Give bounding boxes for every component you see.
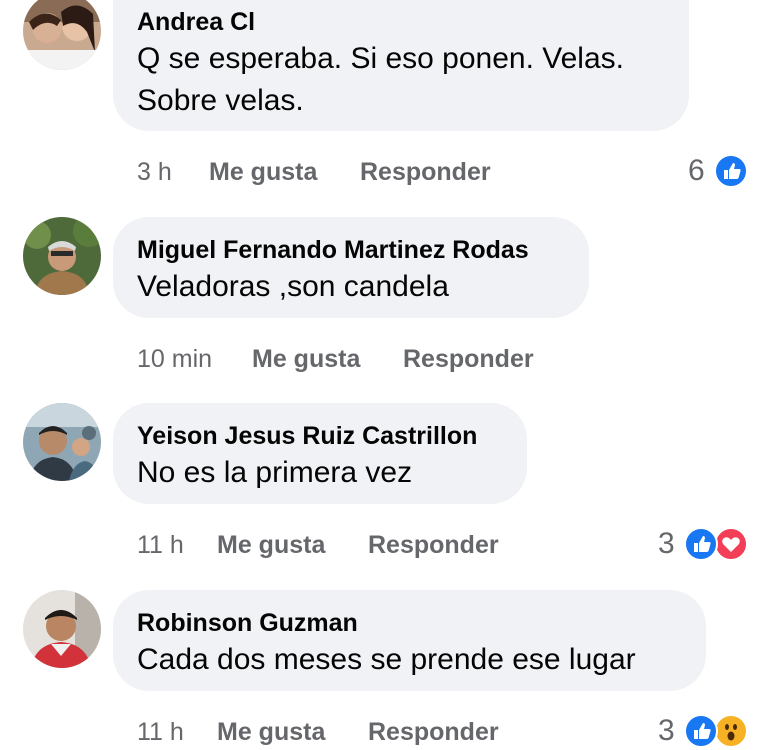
reply-button[interactable]: Responder xyxy=(360,158,491,187)
like-icon xyxy=(684,714,718,748)
love-icon xyxy=(714,527,748,561)
like-button[interactable]: Me gusta xyxy=(252,345,360,374)
reply-button[interactable]: Responder xyxy=(368,531,499,560)
comment-time[interactable]: 11 h xyxy=(137,718,184,747)
like-icon xyxy=(714,154,748,188)
like-icon xyxy=(684,527,718,561)
comment-bubble: Andrea Cl Q se esperaba. Si eso ponen. V… xyxy=(113,0,689,131)
comment-author[interactable]: Miguel Fernando Martinez Rodas xyxy=(137,236,529,265)
avatar[interactable] xyxy=(23,217,101,295)
comment-author[interactable]: Yeison Jesus Ruiz Castrillon xyxy=(137,422,477,451)
comment-text-line: Veladoras ,son candela xyxy=(137,270,449,303)
comment-bubble: Robinson Guzman Cada dos meses se prende… xyxy=(113,590,706,691)
reaction-count[interactable]: 3 xyxy=(658,527,675,561)
avatar[interactable] xyxy=(23,0,101,70)
comment-time[interactable]: 3 h xyxy=(137,158,172,187)
avatar[interactable] xyxy=(23,590,101,668)
comment-text-line: Cada dos meses se prende ese lugar xyxy=(137,643,636,676)
wow-icon xyxy=(714,714,748,748)
comment-bubble: Miguel Fernando Martinez Rodas Veladoras… xyxy=(113,217,589,318)
comment-item: Andrea Cl Q se esperaba. Si eso ponen. V… xyxy=(0,0,764,190)
avatar[interactable] xyxy=(23,403,101,481)
like-button[interactable]: Me gusta xyxy=(217,531,325,560)
comment-time[interactable]: 11 h xyxy=(137,531,184,560)
comment-author[interactable]: Andrea Cl xyxy=(137,8,255,37)
comment-item: Yeison Jesus Ruiz Castrillon No es la pr… xyxy=(0,403,764,573)
comment-text-line: No es la primera vez xyxy=(137,456,413,489)
like-button[interactable]: Me gusta xyxy=(217,718,325,747)
reaction-count[interactable]: 6 xyxy=(688,154,705,188)
comment-item: Miguel Fernando Martinez Rodas Veladoras… xyxy=(0,217,764,387)
reply-button[interactable]: Responder xyxy=(368,718,499,747)
comment-bubble: Yeison Jesus Ruiz Castrillon No es la pr… xyxy=(113,403,527,504)
reply-button[interactable]: Responder xyxy=(403,345,534,374)
comment-author[interactable]: Robinson Guzman xyxy=(137,609,358,638)
reaction-count[interactable]: 3 xyxy=(658,714,675,748)
comment-item: Robinson Guzman Cada dos meses se prende… xyxy=(0,590,764,750)
comment-text-line: Q se esperaba. Si eso ponen. Velas. xyxy=(137,42,624,75)
like-button[interactable]: Me gusta xyxy=(209,158,317,187)
comment-time[interactable]: 10 min xyxy=(137,345,212,374)
comment-text-line: Sobre velas. xyxy=(137,84,304,117)
